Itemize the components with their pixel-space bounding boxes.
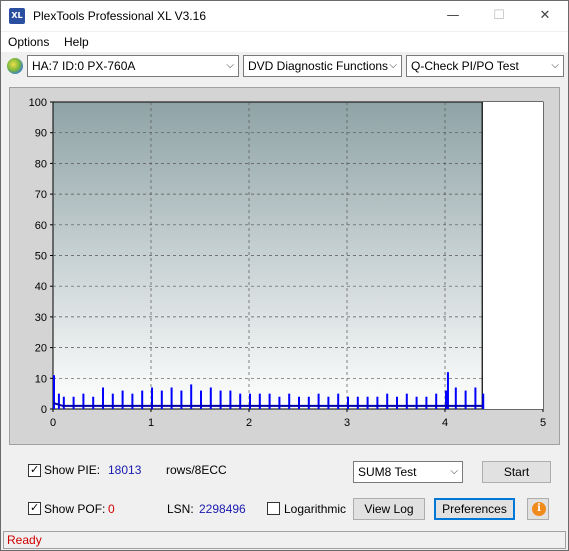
y-tick-label: 50 <box>35 251 47 263</box>
disc-drive-icon <box>7 58 23 74</box>
pie-bar <box>62 396 65 409</box>
window-title: PlexTools Professional XL V3.16 <box>33 9 206 23</box>
logarithmic-label: Logarithmic <box>284 502 347 516</box>
show-pie-checkbox[interactable]: ✓ <box>28 463 41 477</box>
y-tick-label: 70 <box>35 189 47 201</box>
function-select[interactable]: DVD Diagnostic Functions ⌵ <box>243 55 402 77</box>
y-tick-label: 10 <box>35 373 47 385</box>
pie-bar <box>57 393 60 409</box>
chevron-down-icon: ⌵ <box>389 60 397 71</box>
drive-select-value: HA:7 ID:0 PX-760A <box>32 59 136 73</box>
status-text: Ready <box>7 533 42 547</box>
pie-bar <box>415 396 418 409</box>
y-tick-label: 90 <box>35 128 47 140</box>
plextools-app-icon: XL <box>9 8 25 24</box>
status-bar: Ready <box>3 531 566 549</box>
pie-bar <box>347 396 349 409</box>
pie-bar <box>356 396 359 409</box>
chevron-down-icon: ⌵ <box>551 60 559 71</box>
y-tick-label: 30 <box>35 312 47 324</box>
pie-bar <box>376 396 379 409</box>
y-tick-label: 80 <box>35 158 47 170</box>
lsn-value: 2298496 <box>199 502 246 516</box>
y-tick-label: 0 <box>41 404 47 416</box>
menu-bar: Options Help <box>1 32 568 52</box>
info-button[interactable]: i <box>527 498 549 520</box>
pie-bar <box>72 396 75 409</box>
x-tick-label: 3 <box>344 417 350 429</box>
pie-bar <box>396 396 398 409</box>
pie-bar <box>446 372 449 409</box>
minimize-button[interactable]: — <box>430 1 476 31</box>
chevron-down-icon: ⌵ <box>226 60 234 71</box>
info-icon: i <box>532 502 546 516</box>
test-mode-select[interactable]: SUM8 Test ⌵ <box>353 461 463 483</box>
show-pie-label: Show PIE: <box>44 463 101 477</box>
unused-region <box>482 102 543 409</box>
app-window: XL PlexTools Professional XL V3.16 — ☐ ✕… <box>0 0 569 551</box>
x-tick-label: 5 <box>540 417 546 429</box>
x-tick-label: 0 <box>50 417 56 429</box>
toolbar: HA:7 ID:0 PX-760A ⌵ DVD Diagnostic Funct… <box>1 53 568 79</box>
lsn-label: LSN: <box>167 502 194 516</box>
test-select-value: Q-Check PI/PO Test <box>411 59 519 73</box>
test-mode-value: SUM8 Test <box>358 465 417 479</box>
drive-select[interactable]: HA:7 ID:0 PX-760A ⌵ <box>27 55 239 77</box>
preferences-button[interactable]: Preferences <box>434 498 515 520</box>
pie-bar <box>425 396 428 409</box>
pie-bar <box>307 396 310 409</box>
close-button[interactable]: ✕ <box>522 1 568 31</box>
checkmark-icon: ✓ <box>30 463 40 476</box>
x-tick-label: 4 <box>442 417 448 429</box>
function-select-value: DVD Diagnostic Functions <box>248 59 389 73</box>
x-tick-label: 1 <box>148 417 154 429</box>
view-log-button[interactable]: View Log <box>353 498 425 520</box>
y-tick-label: 60 <box>35 220 47 232</box>
pie-value: 18013 <box>108 463 142 477</box>
menu-help[interactable]: Help <box>64 35 89 49</box>
title-bar[interactable]: XL PlexTools Professional XL V3.16 — ☐ ✕ <box>1 1 568 31</box>
pie-bar <box>327 396 330 409</box>
y-tick-label: 100 <box>29 97 47 109</box>
test-select[interactable]: Q-Check PI/PO Test ⌵ <box>406 55 564 77</box>
pie-bar <box>278 396 281 409</box>
checkmark-icon: ✓ <box>30 501 40 514</box>
show-pof-label: Show POF: <box>44 502 106 516</box>
y-tick-label: 40 <box>35 281 47 293</box>
logarithmic-checkbox[interactable] <box>267 502 280 515</box>
y-tick-label: 20 <box>35 343 47 355</box>
show-pof-checkbox[interactable]: ✓ <box>28 501 41 515</box>
menu-options[interactable]: Options <box>8 35 49 49</box>
pie-bar <box>482 393 485 409</box>
bottom-controls: ✓ Show PIE: 18013 rows/8ECC ✓ Show POF: … <box>9 452 560 527</box>
pie-bar <box>366 396 369 409</box>
maximize-button[interactable]: ☐ <box>476 1 522 31</box>
pipo-chart: 0 10 20 30 40 50 60 70 80 90 100 0 1 2 3 4 5 <box>29 97 546 429</box>
pie-bar <box>92 396 95 409</box>
chevron-down-icon: ⌵ <box>450 466 458 477</box>
start-button[interactable]: Start <box>482 461 551 483</box>
pipo-chart-panel: 0 10 20 30 40 50 60 70 80 90 100 0 1 2 3 4 5 <box>9 87 560 445</box>
pie-unit: rows/8ECC <box>166 463 227 477</box>
x-tick-label: 2 <box>246 417 252 429</box>
pie-bar <box>298 396 300 409</box>
pof-value: 0 <box>108 502 115 516</box>
